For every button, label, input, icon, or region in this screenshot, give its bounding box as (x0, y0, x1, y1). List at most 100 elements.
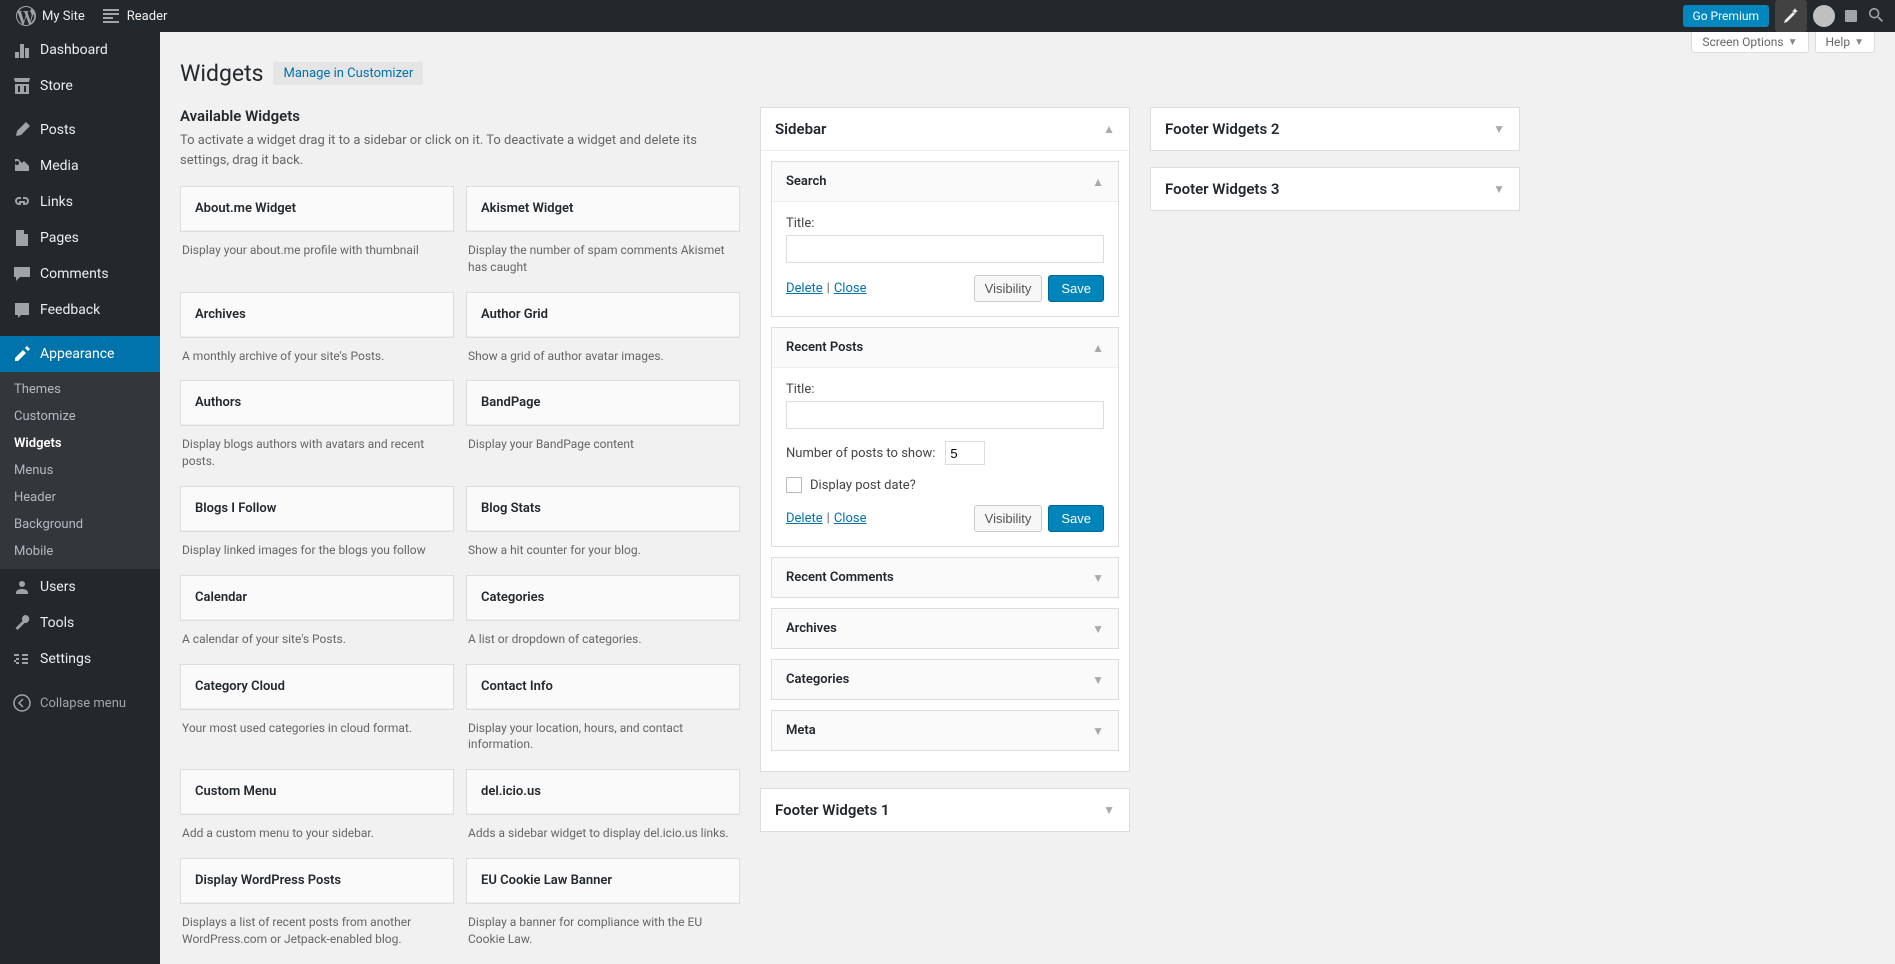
delete-link[interactable]: Delete (786, 281, 823, 296)
available-widget[interactable]: Archives (180, 292, 454, 338)
media-icon (12, 156, 32, 176)
available-widget-item: Blogs I FollowDisplay linked images for … (180, 486, 454, 565)
available-widget-title: Category Cloud (181, 665, 453, 709)
manage-customizer-button[interactable]: Manage in Customizer (273, 62, 423, 85)
sidebar-item-feedback[interactable]: Feedback (0, 292, 160, 328)
widget-area-footer-3-header[interactable]: Footer Widgets 3 ▼ (1151, 168, 1519, 210)
available-widget-title: Contact Info (467, 665, 739, 709)
placed-widget-recent-posts-header[interactable]: Recent Posts ▲ (772, 328, 1118, 367)
available-widget-title: Custom Menu (181, 770, 453, 814)
display-date-checkbox[interactable] (786, 477, 802, 493)
customize-wand-button[interactable] (1775, 0, 1807, 32)
reader-item[interactable]: Reader (93, 0, 176, 32)
available-widget[interactable]: Categories (466, 575, 740, 621)
sidebar-item-tools[interactable]: Tools (0, 605, 160, 641)
available-widget[interactable]: Category Cloud (180, 664, 454, 710)
sidebar-item-dashboard[interactable]: Dashboard (0, 32, 160, 68)
sidebar-item-comments[interactable]: Comments (0, 256, 160, 292)
my-site-label: My Site (42, 9, 85, 24)
user-avatar[interactable] (1813, 5, 1835, 27)
page-title: Widgets (180, 60, 263, 87)
screen-options-tab[interactable]: Screen Options ▼ (1691, 32, 1808, 53)
chevron-down-icon: ▼ (1092, 571, 1104, 585)
comments-icon (12, 264, 32, 284)
available-widget[interactable]: Akismet Widget (466, 186, 740, 232)
wp-logo-item[interactable]: My Site (8, 0, 93, 32)
notifications-icon[interactable] (1841, 6, 1861, 26)
sidebar-item-posts[interactable]: Posts (0, 112, 160, 148)
submenu-background[interactable]: Background (0, 511, 160, 538)
placed-widget-collapsed: Meta▼ (771, 710, 1119, 751)
available-widget[interactable]: Blogs I Follow (180, 486, 454, 532)
available-widget[interactable]: Calendar (180, 575, 454, 621)
available-widget-item: EU Cookie Law BannerDisplay a banner for… (466, 858, 740, 954)
recent-posts-title-input[interactable] (786, 401, 1104, 429)
search-title-input[interactable] (786, 235, 1104, 263)
placed-widget-header[interactable]: Recent Comments▼ (772, 558, 1118, 597)
submenu-mobile[interactable]: Mobile (0, 538, 160, 565)
available-widget-title: Categories (467, 576, 739, 620)
available-widget[interactable]: Display WordPress Posts (180, 858, 454, 904)
placed-widget-header[interactable]: Meta▼ (772, 711, 1118, 750)
submenu-header[interactable]: Header (0, 484, 160, 511)
widget-area-footer-2-header[interactable]: Footer Widgets 2 ▼ (1151, 108, 1519, 150)
help-tab[interactable]: Help ▼ (1815, 32, 1876, 53)
sidebar-item-users[interactable]: Users (0, 569, 160, 605)
available-widget-desc: Displays a list of recent posts from ano… (180, 904, 454, 954)
available-widget-title: EU Cookie Law Banner (467, 859, 739, 903)
sidebar-item-label: Users (40, 579, 76, 595)
chevron-down-icon: ▼ (1788, 37, 1798, 48)
available-widget[interactable]: BandPage (466, 380, 740, 426)
placed-widget-search-header[interactable]: Search ▲ (772, 162, 1118, 201)
visibility-button[interactable]: Visibility (974, 275, 1043, 302)
save-button[interactable]: Save (1048, 505, 1104, 532)
sidebar-item-store[interactable]: Store (0, 68, 160, 104)
sidebar-item-settings[interactable]: Settings (0, 641, 160, 677)
sidebar-item-appearance[interactable]: Appearance (0, 336, 160, 372)
delete-link[interactable]: Delete (786, 511, 823, 526)
sidebar-item-pages[interactable]: Pages (0, 220, 160, 256)
widget-area-footer-1-header[interactable]: Footer Widgets 1 ▼ (761, 789, 1129, 831)
available-widget[interactable]: Blog Stats (466, 486, 740, 532)
widget-area-sidebar: Sidebar ▲ Search ▲ Title: (760, 107, 1130, 772)
go-premium-button[interactable]: Go Premium (1683, 5, 1769, 27)
close-link[interactable]: Close (834, 281, 867, 296)
available-widget-desc: Show a grid of author avatar images. (466, 338, 740, 371)
sidebar-item-label: Settings (40, 651, 91, 667)
available-widget[interactable]: Authors (180, 380, 454, 426)
available-widgets-desc: To activate a widget drag it to a sideba… (180, 131, 740, 170)
visibility-button[interactable]: Visibility (974, 505, 1043, 532)
chevron-down-icon: ▼ (1092, 622, 1104, 636)
sidebar-item-label: Feedback (40, 302, 100, 318)
close-link[interactable]: Close (834, 511, 867, 526)
search-icon[interactable] (1867, 6, 1887, 26)
collapse-icon (12, 693, 32, 713)
available-widget[interactable]: Contact Info (466, 664, 740, 710)
widget-area-footer-3: Footer Widgets 3 ▼ (1150, 167, 1520, 211)
sidebar-item-label: Appearance (40, 346, 114, 362)
num-posts-input[interactable] (945, 441, 985, 465)
available-widget[interactable]: Author Grid (466, 292, 740, 338)
placed-widget-header[interactable]: Categories▼ (772, 660, 1118, 699)
submenu-menus[interactable]: Menus (0, 457, 160, 484)
save-button[interactable]: Save (1048, 275, 1104, 302)
placed-widget-collapsed: Recent Comments▼ (771, 557, 1119, 598)
available-widget[interactable]: del.icio.us (466, 769, 740, 815)
admin-sidebar: Dashboard Store Posts Media Links Pages … (0, 32, 160, 964)
widget-area-sidebar-header[interactable]: Sidebar ▲ (761, 108, 1129, 151)
tools-icon (12, 613, 32, 633)
available-widget-item: Contact InfoDisplay your location, hours… (466, 664, 740, 760)
submenu-customize[interactable]: Customize (0, 403, 160, 430)
submenu-themes[interactable]: Themes (0, 376, 160, 403)
available-widget-title: Calendar (181, 576, 453, 620)
submenu-widgets[interactable]: Widgets (0, 430, 160, 457)
available-widget[interactable]: About.me Widget (180, 186, 454, 232)
sidebar-item-media[interactable]: Media (0, 148, 160, 184)
available-widget[interactable]: EU Cookie Law Banner (466, 858, 740, 904)
available-widget-title: del.icio.us (467, 770, 739, 814)
collapse-menu-button[interactable]: Collapse menu (0, 685, 160, 721)
sidebar-item-links[interactable]: Links (0, 184, 160, 220)
available-widget[interactable]: Custom Menu (180, 769, 454, 815)
placed-widget-header[interactable]: Archives▼ (772, 609, 1118, 648)
available-widget-desc: Display your about.me profile with thumb… (180, 232, 454, 265)
